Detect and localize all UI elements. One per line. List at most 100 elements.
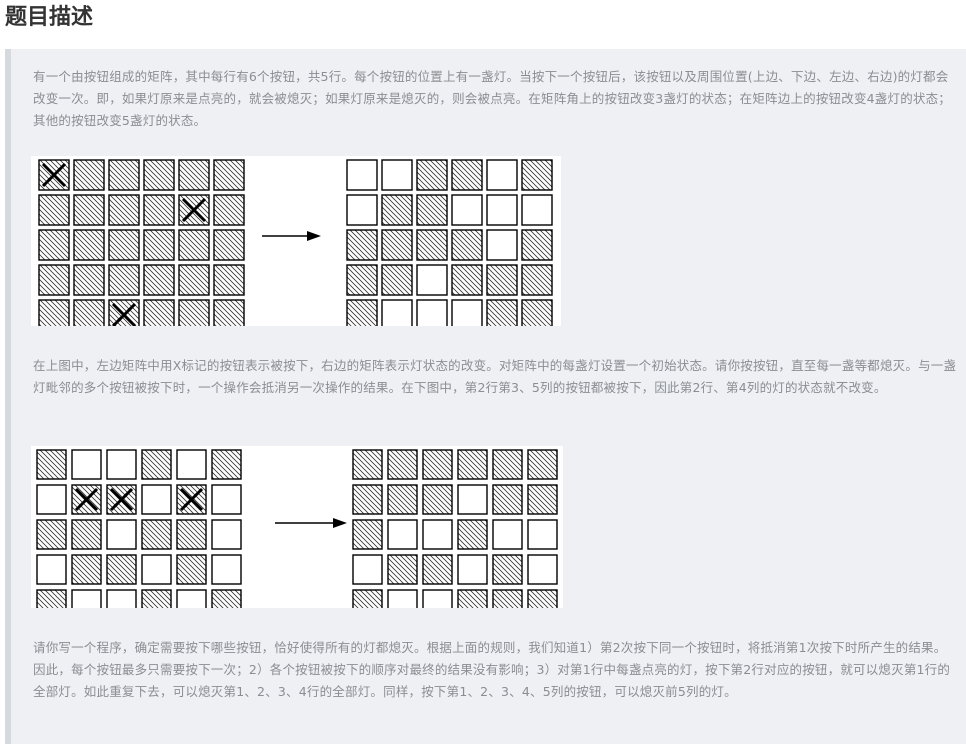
lamp-on-cell — [38, 194, 70, 226]
lamp-on-cell — [71, 519, 102, 550]
lamp-on-cell — [451, 264, 483, 296]
lamp-off-cell — [352, 554, 383, 585]
lamp-on-cell — [521, 159, 553, 191]
figure-1-right-matrix — [346, 159, 553, 326]
lamp-on-cell — [38, 264, 70, 296]
lamp-off-cell — [451, 299, 483, 326]
lamp-on-cell — [492, 484, 523, 515]
lamp-off-cell — [211, 484, 242, 515]
lamp-off-cell — [451, 194, 483, 226]
lamp-on-cell — [141, 589, 172, 608]
lamp-off-cell — [486, 159, 518, 191]
lamp-on-cell — [141, 519, 172, 550]
lamp-on-cell — [73, 159, 105, 191]
lamp-off-cell — [416, 264, 448, 296]
lamp-on-cell — [527, 484, 558, 515]
lamp-on-cell — [178, 299, 210, 326]
lamp-on-cell — [387, 484, 418, 515]
figure-2-right-matrix — [352, 449, 558, 608]
lamp-on-cell — [486, 299, 518, 326]
lamp-on-cell — [352, 519, 383, 550]
lamp-off-cell — [521, 194, 553, 226]
paragraph-solution: 请你写一个程序，确定需要按下哪些按钮，恰好使得所有的灯都熄灭。根据上面的规则，我… — [33, 640, 951, 699]
lamp-on-cell — [346, 229, 378, 261]
lamp-on-cell — [106, 554, 137, 585]
lamp-off-cell — [211, 519, 242, 550]
lamp-on-cell — [416, 229, 448, 261]
lamp-on-cell — [381, 264, 413, 296]
lamp-on-cell — [143, 159, 175, 191]
lamp-on-cell — [108, 229, 140, 261]
lamp-off-cell — [422, 519, 453, 550]
lamp-on-cell — [213, 159, 245, 191]
lamp-on-cell — [381, 229, 413, 261]
lamp-off-cell — [36, 554, 67, 585]
lamp-on-cell — [416, 159, 448, 191]
lamp-on-cell — [457, 519, 488, 550]
lamp-on-cell — [178, 159, 210, 191]
lamp-off-cell — [457, 484, 488, 515]
lamp-on-cell — [416, 194, 448, 226]
lamp-on-cell — [521, 264, 553, 296]
figure-2-diagram — [36, 449, 558, 608]
lamp-off-cell — [71, 589, 102, 608]
lamp-on-cell — [143, 229, 175, 261]
lamp-on-cell — [36, 519, 67, 550]
lamp-on-cell — [521, 229, 553, 261]
arrow-right-icon — [275, 518, 347, 528]
lamp-off-cell — [346, 159, 378, 191]
lamp-off-cell — [141, 554, 172, 585]
lamp-on-cell — [38, 229, 70, 261]
lamp-off-cell — [381, 299, 413, 326]
lamp-on-cell — [422, 449, 453, 480]
lamp-on-cell — [451, 159, 483, 191]
lamp-on-cell — [527, 449, 558, 480]
lamp-on-cell — [108, 159, 140, 191]
figure-2 — [31, 446, 563, 608]
figure-1 — [31, 156, 561, 326]
problem-description-page: 题目描述 有一个由按钮组成的矩阵，其中每行有6个按钮，共5行。每个按钮的位置上有… — [0, 0, 966, 744]
lamp-on-cell — [387, 554, 418, 585]
description-panel: 有一个由按钮组成的矩阵，其中每行有6个按钮，共5行。每个按钮的位置上有一盏灯。当… — [5, 49, 966, 744]
lamp-off-cell — [527, 519, 558, 550]
lamp-off-cell — [346, 194, 378, 226]
lamp-on-cell — [211, 589, 242, 608]
lamp-on-cell — [73, 299, 105, 326]
lamp-off-cell — [486, 194, 518, 226]
lamp-on-cell — [381, 194, 413, 226]
section-heading: 题目描述 — [5, 5, 94, 30]
lamp-on-cell — [492, 589, 523, 608]
figure-2-left-matrix — [36, 449, 242, 608]
lamp-on-cell — [213, 264, 245, 296]
lamp-on-cell — [213, 299, 245, 326]
lamp-off-cell — [71, 449, 102, 480]
lamp-on-cell — [178, 229, 210, 261]
lamp-off-cell — [527, 554, 558, 585]
lamp-off-cell — [106, 519, 137, 550]
lamp-on-cell — [108, 194, 140, 226]
paragraph-example: 在上图中，左边矩阵中用X标记的按钮表示被按下，右边的矩阵表示灯状态的改变。对矩阵… — [33, 358, 957, 395]
lamp-on-cell — [38, 299, 70, 326]
lamp-off-cell — [381, 159, 413, 191]
lamp-on-cell — [352, 484, 383, 515]
lamp-on-cell — [36, 589, 67, 608]
lamp-off-cell — [106, 589, 137, 608]
lamp-on-cell — [457, 589, 488, 608]
lamp-on-cell — [143, 264, 175, 296]
lamp-on-cell — [73, 264, 105, 296]
arrow-right-icon — [262, 231, 321, 241]
paragraph-rules: 有一个由按钮组成的矩阵，其中每行有6个按钮，共5行。每个按钮的位置上有一盏灯。当… — [33, 69, 952, 128]
lamp-on-cell — [527, 589, 558, 608]
lamp-on-cell — [352, 589, 383, 608]
lamp-on-cell — [346, 264, 378, 296]
lamp-on-cell — [176, 554, 207, 585]
lamp-off-cell — [36, 484, 67, 515]
lamp-on-cell — [352, 449, 383, 480]
lamp-off-cell — [387, 589, 418, 608]
lamp-off-cell — [457, 554, 488, 585]
lamp-on-cell — [36, 449, 67, 480]
lamp-on-cell — [486, 264, 518, 296]
lamp-on-cell — [457, 449, 488, 480]
lamp-off-cell — [486, 229, 518, 261]
lamp-on-cell — [211, 449, 242, 480]
